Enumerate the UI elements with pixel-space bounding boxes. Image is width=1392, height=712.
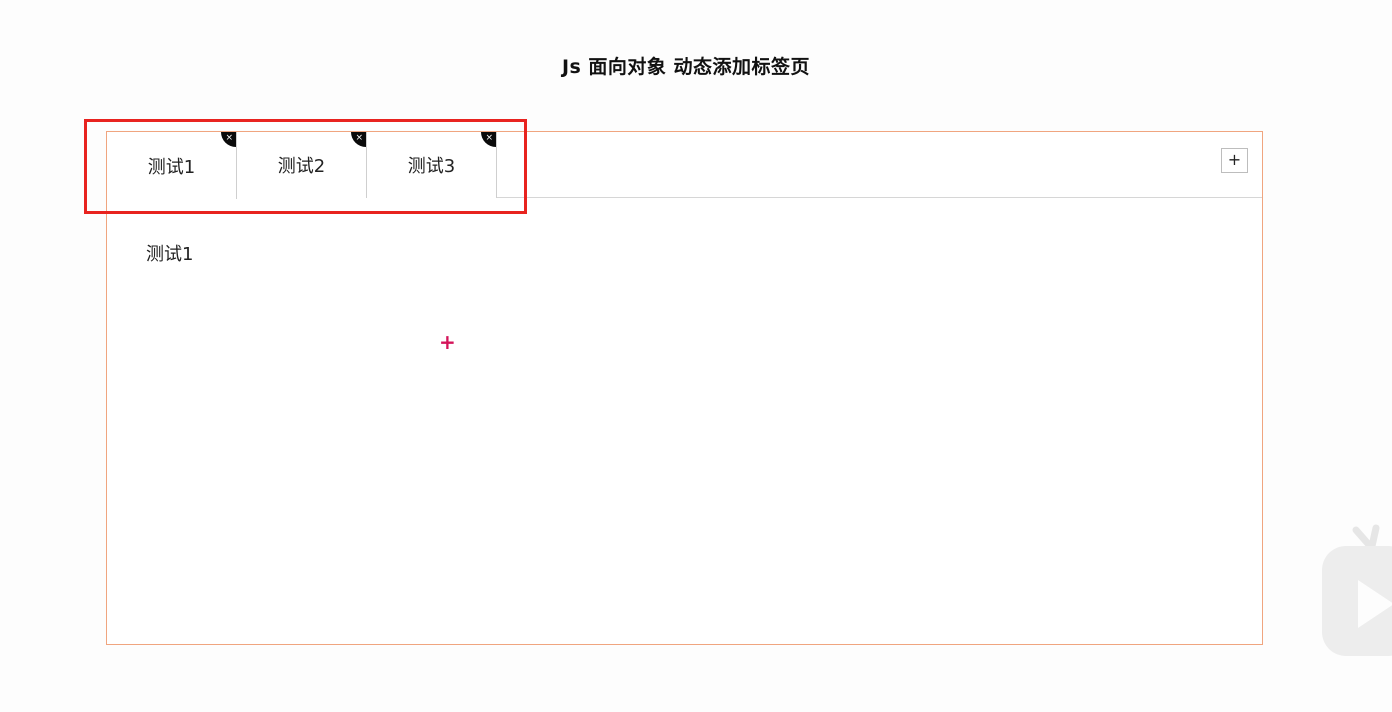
tab-label: 测试1 [147, 156, 196, 178]
tab-1[interactable]: 测试1 × [107, 132, 237, 199]
page-title: Js 面向对象 动态添加标签页 [561, 56, 811, 78]
add-tab-button[interactable]: + [1221, 148, 1248, 173]
tab-panel: 测试1 × 测试2 × 测试3 × + 测试1 [106, 131, 1263, 645]
tab-list: 测试1 × 测试2 × 测试3 × [107, 132, 497, 199]
tab-2[interactable]: 测试2 × [237, 132, 367, 198]
tab-label: 测试3 [407, 156, 456, 177]
play-logo-icon [1322, 524, 1392, 656]
close-icon[interactable]: × [221, 132, 236, 147]
close-icon[interactable]: × [481, 132, 496, 147]
cursor-crosshair-icon: + [439, 330, 456, 354]
tab-header: 测试1 × 测试2 × 测试3 × + [107, 132, 1262, 199]
tab-label: 测试2 [277, 156, 326, 177]
tab-3[interactable]: 测试3 × [367, 132, 497, 198]
page: Js 面向对象 动态添加标签页 测试1 × 测试2 × 测试3 × + 测试1 … [0, 0, 1392, 712]
tab-content: 测试1 [146, 244, 194, 265]
close-icon[interactable]: × [351, 132, 366, 147]
